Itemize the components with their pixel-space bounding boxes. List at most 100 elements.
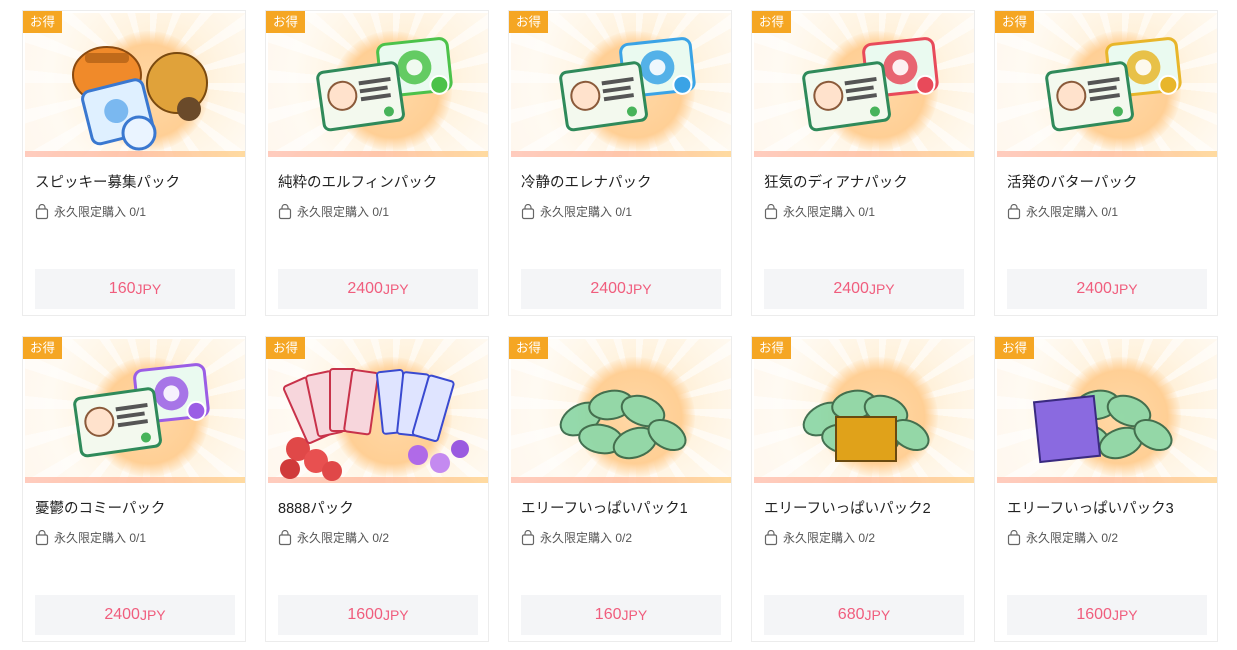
shopping-bag-icon — [35, 203, 49, 219]
price-currency: JPY — [1111, 607, 1138, 623]
limit-count: 0/1 — [858, 204, 876, 219]
pack-illustration — [73, 363, 210, 458]
price-amount: 160 — [108, 280, 136, 297]
shopping-bag-icon — [278, 529, 292, 545]
price-button[interactable]: 2400 JPY — [521, 269, 721, 309]
limit-label: 永久限定購入 — [297, 205, 370, 219]
deal-badge: お得 — [266, 337, 306, 359]
limit-label: 永久限定購入 — [54, 205, 127, 219]
limit-count: 0/2 — [1101, 530, 1119, 545]
purchase-limit: 永久限定購入 0/2 — [764, 529, 875, 546]
price-currency: JPY — [864, 607, 891, 623]
product-image[interactable] — [511, 13, 731, 157]
price-button[interactable]: 2400 JPY — [764, 269, 964, 309]
product-card[interactable]: お得 エリーフいっぱいパック1 永久限定購入 0/2 160 JPY — [508, 336, 732, 642]
price-amount: 2400 — [347, 280, 383, 297]
price-button[interactable]: 1600 JPY — [278, 595, 478, 635]
shopping-bag-icon — [1007, 203, 1021, 219]
limit-label: 永久限定購入 — [1026, 531, 1099, 545]
limit-count: 0/2 — [858, 530, 876, 545]
product-card[interactable]: お得 狂気のディアナパック 永久限定購入 0/1 2400 JPY — [751, 10, 975, 316]
price-amount: 1600 — [347, 606, 383, 623]
deal-badge: お得 — [509, 11, 549, 33]
product-image[interactable] — [25, 339, 245, 483]
price-amount: 160 — [594, 606, 622, 623]
limit-label: 永久限定購入 — [783, 205, 856, 219]
purchase-limit: 永久限定購入 0/2 — [521, 529, 632, 546]
product-grid: お得 スピッキー募集パック 永久限定購入 0/1 160 JPY お得 純粋のエ… — [0, 0, 1237, 650]
shopping-bag-icon — [1007, 529, 1021, 545]
price-amount: 2400 — [833, 280, 869, 297]
price-button[interactable]: 2400 JPY — [35, 595, 235, 635]
shopping-bag-icon — [764, 529, 778, 545]
deal-badge: お得 — [23, 337, 63, 359]
product-image[interactable] — [25, 13, 245, 157]
product-image[interactable] — [754, 339, 974, 483]
shopping-bag-icon — [764, 203, 778, 219]
product-title: 純粋のエルフィンパック — [278, 175, 438, 191]
price-button[interactable]: 680 JPY — [764, 595, 964, 635]
product-image[interactable] — [754, 13, 974, 157]
shopping-bag-icon — [521, 529, 535, 545]
price-amount: 2400 — [590, 280, 626, 297]
price-currency: JPY — [139, 607, 166, 623]
shopping-bag-icon — [521, 203, 535, 219]
deal-badge: お得 — [995, 11, 1035, 33]
product-card[interactable]: お得 純粋のエルフィンパック 永久限定購入 0/1 2400 JPY — [265, 10, 489, 316]
product-image[interactable] — [268, 339, 488, 483]
limit-count: 0/2 — [615, 530, 633, 545]
price-button[interactable]: 2400 JPY — [1007, 269, 1207, 309]
product-card[interactable]: お得 エリーフいっぱいパック2 永久限定購入 0/2 680 JPY — [751, 336, 975, 642]
shopping-bag-icon — [35, 529, 49, 545]
limit-label: 永久限定購入 — [1026, 205, 1099, 219]
pack-illustration — [559, 389, 687, 460]
limit-count: 0/1 — [129, 530, 147, 545]
product-title: 憂鬱のコミーパック — [35, 501, 166, 517]
pack-illustration — [1032, 389, 1173, 464]
price-currency: JPY — [1111, 281, 1138, 297]
pack-illustration — [1045, 37, 1182, 132]
product-image[interactable] — [268, 13, 488, 157]
price-currency: JPY — [382, 281, 409, 297]
limit-label: 永久限定購入 — [540, 205, 613, 219]
product-image[interactable] — [997, 13, 1217, 157]
price-amount: 1600 — [1076, 606, 1112, 623]
purchase-limit: 永久限定購入 0/1 — [35, 529, 146, 546]
purchase-limit: 永久限定購入 0/1 — [278, 203, 389, 220]
product-card[interactable]: お得 冷静のエレナパック 永久限定購入 0/1 2400 JPY — [508, 10, 732, 316]
price-amount: 2400 — [1076, 280, 1112, 297]
price-amount: 2400 — [104, 606, 140, 623]
purchase-limit: 永久限定購入 0/1 — [521, 203, 632, 220]
price-button[interactable]: 1600 JPY — [1007, 595, 1207, 635]
product-card[interactable]: お得 エリーフいっぱいパック3 永久限定購入 0/2 1600 JPY — [994, 336, 1218, 642]
deal-badge: お得 — [752, 11, 792, 33]
product-title: エリーフいっぱいパック1 — [521, 501, 688, 517]
deal-badge: お得 — [23, 11, 63, 33]
product-card[interactable]: お得 8888パック 永久限定購入 0/2 1600 JPY — [265, 336, 489, 642]
pack-illustration — [280, 368, 469, 481]
price-button[interactable]: 160 JPY — [35, 269, 235, 309]
product-title: エリーフいっぱいパック3 — [1007, 501, 1174, 517]
product-card[interactable]: お得 活発のバターパック 永久限定購入 0/1 2400 JPY — [994, 10, 1218, 316]
deal-badge: お得 — [995, 337, 1035, 359]
purchase-limit: 永久限定購入 0/1 — [35, 203, 146, 220]
price-button[interactable]: 160 JPY — [521, 595, 721, 635]
price-currency: JPY — [135, 281, 162, 297]
product-image[interactable] — [997, 339, 1217, 483]
pack-illustration — [559, 37, 696, 132]
limit-label: 永久限定購入 — [54, 531, 127, 545]
product-image[interactable] — [511, 339, 731, 483]
purchase-limit: 永久限定購入 0/1 — [1007, 203, 1118, 220]
price-currency: JPY — [621, 607, 648, 623]
shopping-bag-icon — [278, 203, 292, 219]
product-card[interactable]: お得 スピッキー募集パック 永久限定購入 0/1 160 JPY — [22, 10, 246, 316]
price-currency: JPY — [868, 281, 895, 297]
limit-label: 永久限定購入 — [540, 531, 613, 545]
limit-count: 0/1 — [1101, 204, 1119, 219]
product-card[interactable]: お得 憂鬱のコミーパック 永久限定購入 0/1 2400 JPY — [22, 336, 246, 642]
deal-badge: お得 — [509, 337, 549, 359]
price-amount: 680 — [837, 606, 865, 623]
purchase-limit: 永久限定購入 0/2 — [278, 529, 389, 546]
price-button[interactable]: 2400 JPY — [278, 269, 478, 309]
deal-badge: お得 — [266, 11, 306, 33]
